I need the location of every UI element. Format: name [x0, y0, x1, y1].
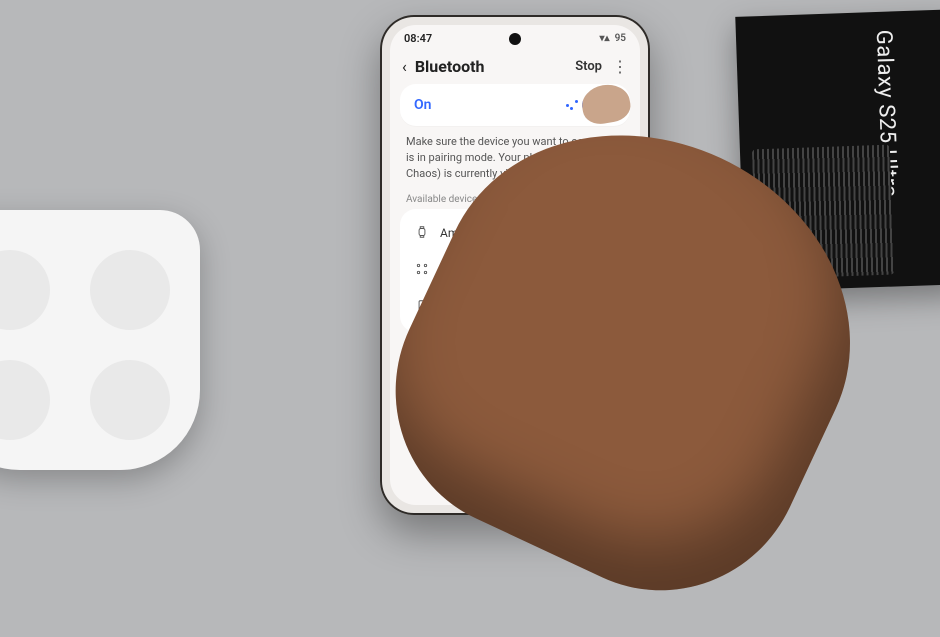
- signal-icon: ▾▴: [600, 33, 610, 44]
- ps5-controller-prop: [0, 210, 200, 470]
- battery-level: 95: [615, 33, 626, 44]
- camera-punch-hole: [509, 33, 521, 45]
- stop-scan-button[interactable]: Stop: [575, 59, 602, 74]
- more-options-icon[interactable]: ⋮: [612, 57, 628, 76]
- generic-device-icon: [414, 262, 430, 279]
- status-time: 08:47: [404, 32, 432, 45]
- status-bar: 08:47 ▾▴ 95: [390, 25, 640, 51]
- page-header: ‹ Bluetooth Stop ⋮: [390, 51, 640, 78]
- back-icon[interactable]: ‹: [402, 57, 407, 76]
- bluetooth-state-label: On: [414, 97, 431, 113]
- page-title: Bluetooth: [415, 57, 485, 76]
- watch-icon: [414, 225, 430, 242]
- scanning-animation-icon: [564, 98, 578, 112]
